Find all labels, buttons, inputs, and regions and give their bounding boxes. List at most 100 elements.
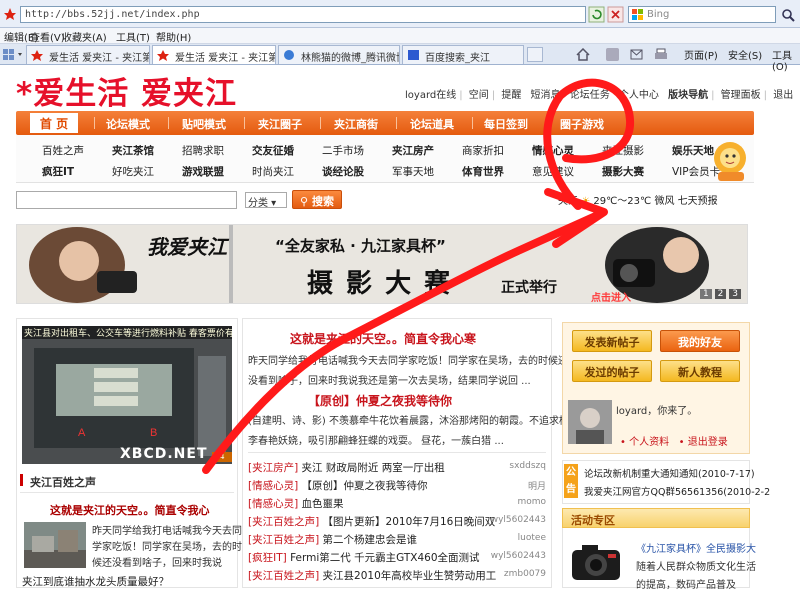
subnav-item[interactable]: 好吃夹江 bbox=[112, 164, 154, 179]
camera-icon[interactable] bbox=[568, 540, 624, 584]
mail-icon[interactable] bbox=[630, 48, 643, 61]
thread-author[interactable]: wyl5602443 bbox=[491, 515, 546, 525]
logout-link[interactable]: 退出登录 bbox=[688, 437, 728, 448]
left-thumbnail[interactable] bbox=[24, 522, 86, 568]
thread-board[interactable]: [疯狂IT] bbox=[248, 552, 287, 564]
banner-page-1[interactable]: 1 bbox=[700, 289, 712, 299]
browser-search-input[interactable]: Bing bbox=[628, 6, 776, 23]
notice-item[interactable]: 论坛改新机制重大通知通知(2010-7-17) bbox=[584, 466, 755, 480]
banner-page-3[interactable]: 3 bbox=[729, 289, 741, 299]
subnav-item[interactable]: 体育世界 bbox=[462, 164, 504, 179]
logout-link[interactable]: 退出 bbox=[770, 90, 796, 101]
home-icon[interactable] bbox=[576, 48, 590, 61]
notice-item[interactable]: 我爱夹江网官方QQ群56561356(2010-2-2 bbox=[584, 484, 770, 498]
activity-link[interactable]: 《九江家具杯》全民摄影大 bbox=[636, 540, 756, 555]
thread-board[interactable]: [夹江百姓之声] bbox=[248, 534, 319, 546]
my-posts-button[interactable]: 发过的帖子 bbox=[572, 360, 652, 382]
tab-forum-2[interactable]: 爱生活 爱夹江 - 夹江第一生... bbox=[152, 45, 276, 64]
admin-panel-link[interactable]: 管理面板 bbox=[718, 90, 764, 101]
subnav-item[interactable]: 百姓之声 bbox=[42, 143, 84, 158]
thread-author[interactable]: luotee bbox=[518, 533, 546, 543]
thread-board[interactable]: [夹江房产] bbox=[248, 462, 298, 474]
feeds-icon[interactable] bbox=[606, 48, 619, 61]
print-icon[interactable] bbox=[654, 48, 668, 61]
menu-help[interactable]: 帮助(H) bbox=[156, 29, 191, 44]
subnav-item[interactable]: 时尚夹江 bbox=[252, 164, 294, 179]
category-select[interactable]: 分类 ▾ bbox=[245, 192, 287, 209]
center-headline[interactable]: 这就是夹江的天空。。简直令我心寒 bbox=[290, 330, 476, 347]
subnav-item[interactable]: 交友征婚 bbox=[252, 143, 294, 158]
tab-baidu[interactable]: 百度搜索_夹江 bbox=[402, 45, 524, 64]
site-logo[interactable]: *爱生活 爱夹江 bbox=[16, 68, 266, 112]
banner-click-link[interactable]: 点击进入 bbox=[591, 289, 631, 303]
board-nav-link[interactable]: 版块导航 bbox=[665, 90, 711, 101]
thread-title[interactable]: 【图片更新】2010年7月16日晚间双 bbox=[323, 516, 496, 528]
photo-pager[interactable]: 4 bbox=[212, 452, 232, 462]
section-title[interactable]: 夹江百姓之声 bbox=[30, 474, 96, 490]
thread-author[interactable]: wyl5602443 bbox=[491, 551, 546, 561]
menu-view[interactable]: 查看(V) bbox=[30, 29, 65, 44]
menu-tools[interactable]: 工具(T) bbox=[116, 29, 150, 44]
thread-title[interactable]: Fermi第二代 千元霸主GTX460全面测试 bbox=[290, 552, 479, 564]
subnav-item[interactable]: 谈经论股 bbox=[322, 164, 364, 179]
thread-title[interactable]: 夹江 财政局附近 两室一厅出租 bbox=[302, 462, 445, 474]
subnav-item[interactable]: 夹江摄影 bbox=[602, 143, 644, 158]
thread-row[interactable]: [情感心灵] 【原创】仲夏之夜我等待你 明月 bbox=[248, 478, 546, 494]
tools-menu[interactable]: 工具(O) bbox=[772, 47, 800, 73]
nav-checkin[interactable]: 每日签到 bbox=[484, 116, 528, 132]
newbie-guide-button[interactable]: 新人教程 bbox=[660, 360, 740, 382]
thread-title[interactable]: 夹江县2010年高校毕业生赞劳动用工 bbox=[323, 570, 497, 582]
profile-center-link[interactable]: 个人中心 bbox=[616, 90, 662, 101]
remind-link[interactable]: 提醒 bbox=[498, 90, 524, 101]
weather-forecast-link[interactable]: 七天预报 bbox=[678, 196, 718, 207]
thread-author[interactable]: 明月 bbox=[528, 479, 546, 492]
subnav-item[interactable]: 意见建议 bbox=[532, 164, 574, 179]
tab-weibo[interactable]: 林熊猫的微博_腾讯微博 bbox=[278, 45, 400, 64]
subnav-item[interactable]: 商家折扣 bbox=[462, 143, 504, 158]
thread-board[interactable]: [夹江百姓之声] bbox=[248, 570, 319, 582]
search-button[interactable]: ⚲ 搜索 bbox=[292, 190, 342, 209]
nav-props[interactable]: 论坛道具 bbox=[410, 116, 454, 132]
subnav-item[interactable]: 游戏联盟 bbox=[182, 164, 224, 179]
thread-row[interactable]: [疯狂IT] Fermi第二代 千元霸主GTX460全面测试 wyl5602443 bbox=[248, 550, 546, 566]
thread-row[interactable]: [情感心灵] 血色噩果 momo bbox=[248, 496, 546, 512]
search-input[interactable] bbox=[16, 191, 237, 209]
tab-forum-1[interactable]: 爱生活 爱夹江 - 夹江第一... bbox=[26, 45, 150, 64]
thread-title[interactable]: 第二个杨建忠会是谁 bbox=[323, 534, 418, 546]
search-icon[interactable] bbox=[781, 8, 795, 22]
thread-author[interactable]: zmb0079 bbox=[504, 569, 546, 579]
banner-page-2[interactable]: 2 bbox=[714, 289, 727, 299]
tab-list-icon[interactable] bbox=[2, 48, 24, 61]
messages-link[interactable]: 短消息 bbox=[528, 90, 564, 101]
center-headline-2[interactable]: 【原创】仲夏之夜我等待你 bbox=[308, 392, 452, 409]
nav-forum-mode[interactable]: 论坛模式 bbox=[106, 116, 150, 132]
nav-tieba-mode[interactable]: 贴吧模式 bbox=[182, 116, 226, 132]
subnav-item[interactable]: 夹江茶馆 bbox=[112, 143, 154, 158]
thread-board[interactable]: [情感心灵] bbox=[248, 498, 298, 510]
thread-author[interactable]: momo bbox=[517, 497, 546, 507]
left-headline[interactable]: 这就是夹江的天空。。简直令我心 bbox=[50, 502, 210, 518]
photo-caption[interactable]: 夹江县对出租车、公交车等进行燃料补贴 春客票价有下调 bbox=[22, 326, 232, 339]
url-input[interactable]: http://bbs.52jj.net/index.php bbox=[20, 6, 586, 23]
thread-row[interactable]: [夹江房产] 夹江 财政局附近 两室一厅出租 sxddszq bbox=[248, 460, 546, 476]
user-online-link[interactable]: loyard在线 bbox=[402, 90, 459, 101]
safety-menu[interactable]: 安全(S) bbox=[728, 47, 762, 62]
thread-title[interactable]: 【原创】仲夏之夜我等待你 bbox=[302, 480, 428, 492]
nav-street[interactable]: 夹江商街 bbox=[334, 116, 378, 132]
new-tab-button[interactable] bbox=[527, 47, 543, 62]
thread-row[interactable]: [夹江百姓之声] 夹江县2010年高校毕业生赞劳动用工 zmb0079 bbox=[248, 568, 546, 584]
subnav-item[interactable]: 招聘求职 bbox=[182, 143, 224, 158]
new-post-button[interactable]: 发表新帖子 bbox=[572, 330, 652, 352]
subnav-item[interactable]: 二手市场 bbox=[322, 143, 364, 158]
space-link[interactable]: 空间 bbox=[466, 90, 492, 101]
nav-home[interactable]: 首 页 bbox=[30, 113, 78, 133]
subnav-item[interactable]: 疯狂IT bbox=[42, 164, 74, 179]
promo-banner[interactable]: 我爱夹江 “全友家私 · 九江家具杯” 摄 影 大 赛 正式举行 点击进入 1 … bbox=[16, 224, 748, 304]
thread-row[interactable]: [夹江百姓之声] 第二个杨建忠会是谁 luotee bbox=[248, 532, 546, 548]
subnav-item[interactable]: 军事天地 bbox=[392, 164, 434, 179]
tasks-link[interactable]: 论坛任务 bbox=[567, 90, 613, 101]
news-photo[interactable]: A B bbox=[22, 326, 232, 464]
nav-circle-games[interactable]: 圈子游戏 bbox=[560, 116, 604, 132]
nav-circle[interactable]: 夹江圈子 bbox=[258, 116, 302, 132]
activity-header[interactable]: 活动专区 bbox=[562, 508, 750, 528]
